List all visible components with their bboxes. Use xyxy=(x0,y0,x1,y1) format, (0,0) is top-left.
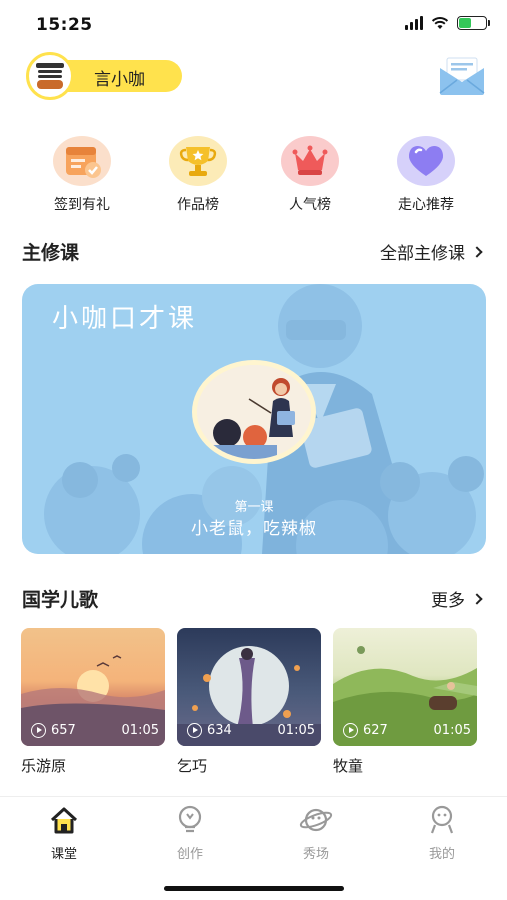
quick-entry-label: 签到有礼 xyxy=(54,197,110,213)
songs-section-title: 国学儿歌 xyxy=(22,589,99,611)
song-duration: 01:05 xyxy=(121,723,159,738)
more-songs-link[interactable]: 更多 xyxy=(431,586,483,611)
lesson-name: 小老鼠，吃辣椒 xyxy=(191,519,317,539)
username: 言小咖 xyxy=(94,70,145,90)
avatar-mascot-icon xyxy=(36,63,64,89)
main-course-title: 主修课 xyxy=(22,242,80,264)
tab-create[interactable]: 创作 xyxy=(150,805,230,862)
calendar-check-icon xyxy=(52,134,112,188)
song-plays: 657 xyxy=(51,723,76,738)
song-title: 乐游原 xyxy=(21,757,67,775)
status-bar: 15:25 xyxy=(0,0,507,48)
song-title: 牧童 xyxy=(333,757,364,775)
quick-entry-recommend[interactable]: 走心推荐 xyxy=(376,134,476,214)
course-thumbnail xyxy=(192,360,316,464)
avatar[interactable] xyxy=(26,52,74,100)
song-duration: 01:05 xyxy=(277,723,315,738)
tab-label: 课堂 xyxy=(50,847,77,862)
crown-icon xyxy=(280,134,340,188)
tab-label: 我的 xyxy=(428,847,455,862)
lightbulb-icon xyxy=(173,805,207,835)
play-count-icon xyxy=(187,723,202,738)
quick-entries: 签到有礼 作品榜 人气榜 走心推荐 xyxy=(0,134,507,214)
quick-entry-label: 走心推荐 xyxy=(398,197,454,213)
tab-label: 秀场 xyxy=(302,847,329,862)
song-thumbnail: 634 01:05 xyxy=(177,628,321,746)
battery-icon xyxy=(457,16,490,30)
trophy-icon xyxy=(168,134,228,188)
song-card[interactable]: 627 01:05 牧童 xyxy=(333,628,477,776)
lesson-number: 第一课 xyxy=(234,500,274,515)
course-card-title: 小咖口才课 xyxy=(52,304,198,334)
chevron-right-icon xyxy=(471,245,483,258)
song-meta: 627 01:05 xyxy=(343,723,471,738)
all-main-courses-label: 全部主修课 xyxy=(380,244,465,264)
mail-button[interactable] xyxy=(437,56,487,96)
song-title: 乞巧 xyxy=(177,757,208,775)
home-indicator xyxy=(164,886,344,891)
song-thumbnail: 627 01:05 xyxy=(333,628,477,746)
mail-icon xyxy=(439,57,485,95)
bottom-tab-bar: 课堂 创作 秀场 我的 xyxy=(0,796,507,900)
status-time: 15:25 xyxy=(36,15,93,35)
tab-label: 创作 xyxy=(176,847,203,862)
profile-icon xyxy=(425,805,459,835)
tab-mine[interactable]: 我的 xyxy=(402,805,482,862)
song-plays: 627 xyxy=(363,723,388,738)
quick-entry-label: 作品榜 xyxy=(177,197,219,213)
tab-showcase[interactable]: 秀场 xyxy=(276,805,356,862)
chevron-right-icon xyxy=(471,592,483,605)
quick-entry-checkin[interactable]: 签到有礼 xyxy=(32,134,132,214)
cellular-signal-icon xyxy=(405,16,423,30)
quick-entry-popularity-rank[interactable]: 人气榜 xyxy=(260,134,360,214)
quick-entry-works-rank[interactable]: 作品榜 xyxy=(148,134,248,214)
user-profile-chip[interactable]: 言小咖 xyxy=(26,52,182,100)
home-icon xyxy=(47,805,81,835)
song-thumbnail: 657 01:05 xyxy=(21,628,165,746)
tab-classroom[interactable]: 课堂 xyxy=(24,805,104,862)
more-songs-label: 更多 xyxy=(431,591,465,611)
play-count-icon xyxy=(31,723,46,738)
wifi-icon xyxy=(431,17,449,29)
song-meta: 634 01:05 xyxy=(187,723,315,738)
status-icons xyxy=(405,16,490,30)
song-meta: 657 01:05 xyxy=(31,723,159,738)
play-count-icon xyxy=(343,723,358,738)
song-card[interactable]: 634 01:05 乞巧 xyxy=(177,628,321,776)
planet-icon xyxy=(299,805,333,835)
song-duration: 01:05 xyxy=(433,723,471,738)
heart-icon xyxy=(396,134,456,188)
all-main-courses-link[interactable]: 全部主修课 xyxy=(380,239,483,264)
song-card[interactable]: 657 01:05 乐游原 xyxy=(21,628,165,776)
quick-entry-label: 人气榜 xyxy=(289,197,331,213)
main-course-card[interactable]: 小咖口才课 第一课 小老鼠，吃辣椒 xyxy=(22,284,486,554)
song-plays: 634 xyxy=(207,723,232,738)
